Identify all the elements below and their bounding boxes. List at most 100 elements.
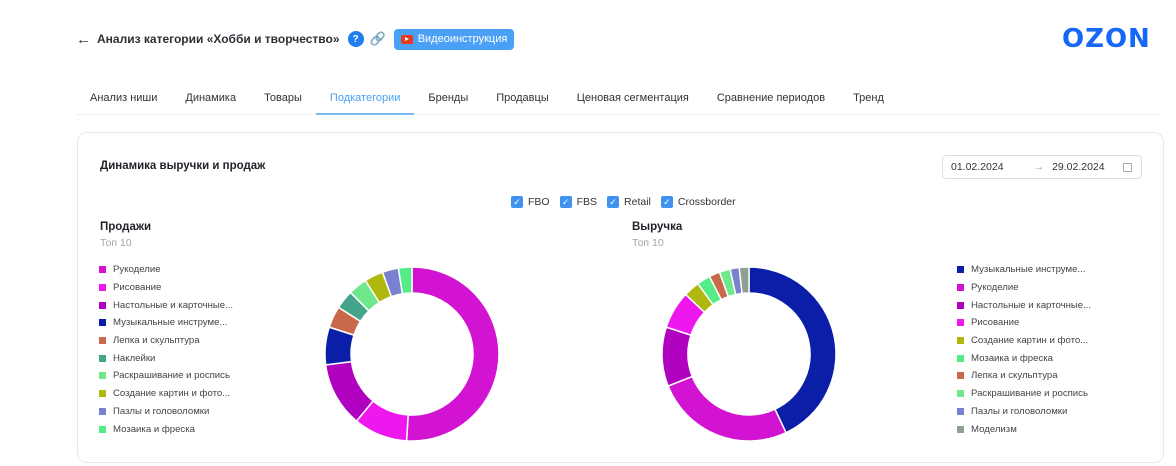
legend-label: Рисование xyxy=(971,317,1020,329)
legend-label: Мозаика и фреска xyxy=(971,352,1053,364)
legend-item[interactable]: Пазлы и головоломки xyxy=(99,403,233,421)
legend-swatch xyxy=(99,319,106,327)
page-title: Анализ категории «Хобби и творчество» xyxy=(97,32,340,46)
filter-label: FBO xyxy=(528,196,550,208)
legend-swatch xyxy=(957,266,964,274)
date-range-picker[interactable]: 01.02.2024 → 29.02.2024 xyxy=(942,155,1142,179)
legend-label: Раскрашивание и роспись xyxy=(971,388,1088,400)
legend-label: Музыкальные инструме... xyxy=(971,264,1086,276)
legend-swatch xyxy=(99,407,106,415)
legend-swatch xyxy=(957,319,964,327)
filter-checkbox-crossborder[interactable]: ✓ Crossborder xyxy=(660,196,736,208)
legend-swatch xyxy=(957,301,964,309)
legend-label: Рукоделие xyxy=(113,264,161,276)
date-from: 01.02.2024 xyxy=(951,161,1004,173)
legend-item[interactable]: Рукоделие xyxy=(99,261,233,279)
tab-4[interactable]: Бренды xyxy=(414,84,482,115)
legend-item[interactable]: Рукоделие xyxy=(957,279,1091,297)
legend-item[interactable]: Мозаика и фреска xyxy=(99,420,233,438)
legend-item[interactable]: Музыкальные инструме... xyxy=(957,261,1091,279)
filter-checkbox-retail[interactable]: ✓ Retail xyxy=(607,196,651,208)
legend-swatch xyxy=(99,266,106,274)
legend-item[interactable]: Раскрашивание и роспись xyxy=(957,385,1091,403)
sales-donut xyxy=(324,266,500,442)
sales-subtitle: Топ 10 xyxy=(100,237,132,249)
legend-label: Рисование xyxy=(113,282,162,294)
legend-label: Моделизм xyxy=(971,423,1017,435)
legend-item[interactable]: Лепка и скульптура xyxy=(99,332,233,350)
legend-item[interactable]: Раскрашивание и роспись xyxy=(99,367,233,385)
legend-label: Создание картин и фото... xyxy=(971,335,1089,347)
youtube-icon xyxy=(400,34,413,44)
filter-label: FBS xyxy=(576,196,598,208)
ozon-logo: OZON xyxy=(1062,24,1151,54)
video-label: Видеоинструкция xyxy=(417,33,508,45)
legend-item[interactable]: Наклейки xyxy=(99,349,233,367)
legend-swatch xyxy=(957,407,964,415)
filter-checkbox-fbs[interactable]: ✓ FBS xyxy=(559,196,598,208)
checkbox-checked-icon: ✓ xyxy=(660,196,673,208)
filter-label: Retail xyxy=(624,196,651,208)
revenue-title: Выручка xyxy=(632,221,683,233)
legend-item[interactable]: Настольные и карточные... xyxy=(957,296,1091,314)
tab-3[interactable]: Подкатегории xyxy=(315,84,415,115)
sales-legend: Рукоделие Рисование Настольные и карточные… xyxy=(99,261,233,438)
legend-item[interactable]: Создание картин и фото... xyxy=(957,332,1091,350)
tab-2[interactable]: Товары xyxy=(250,84,316,115)
legend-swatch xyxy=(957,354,964,362)
legend-item[interactable]: Создание картин и фото... xyxy=(99,385,233,403)
tab-1[interactable]: Динамика xyxy=(171,84,250,115)
filter-label: Crossborder xyxy=(677,196,736,208)
legend-swatch xyxy=(99,425,106,433)
tab-7[interactable]: Сравнение периодов xyxy=(703,84,839,115)
legend-item[interactable]: Пазлы и головоломки xyxy=(957,403,1091,421)
tab-5[interactable]: Продавцы xyxy=(482,84,563,115)
question-icon[interactable]: ? xyxy=(347,31,364,47)
legend-label: Наклейки xyxy=(113,352,156,364)
tab-0[interactable]: Анализ ниши xyxy=(76,84,171,115)
card-title: Динамика выручки и продаж xyxy=(100,160,266,172)
legend-swatch xyxy=(99,337,106,345)
donut-slice[interactable] xyxy=(405,266,500,442)
legend-label: Пазлы и головоломки xyxy=(113,405,210,417)
filter-checkbox-fbo[interactable]: ✓ FBO xyxy=(511,196,550,208)
legend-swatch xyxy=(99,284,106,292)
legend-item[interactable]: Настольные и карточные... xyxy=(99,296,233,314)
legend-swatch xyxy=(957,372,964,380)
tab-6[interactable]: Ценовая сегментация xyxy=(563,84,703,115)
donut-slice[interactable] xyxy=(667,375,788,442)
legend-label: Раскрашивание и роспись xyxy=(113,370,230,382)
arrow-left-icon[interactable]: ← xyxy=(76,31,91,48)
legend-item[interactable]: Моделизм xyxy=(957,420,1091,438)
tab-8[interactable]: Тренд xyxy=(839,84,898,115)
checkbox-checked-icon: ✓ xyxy=(559,196,572,208)
legend-label: Лепка и скульптура xyxy=(113,335,200,347)
legend-item[interactable]: Музыкальные инструме... xyxy=(99,314,233,332)
donut-slice[interactable] xyxy=(748,266,837,434)
revenue-sales-card: Динамика выручки и продаж 01.02.2024 → 2… xyxy=(77,132,1164,463)
legend-label: Создание картин и фото... xyxy=(113,388,231,400)
date-to: 29.02.2024 xyxy=(1052,161,1105,173)
revenue-subtitle: Топ 10 xyxy=(632,237,664,249)
legend-item[interactable]: Рисование xyxy=(957,314,1091,332)
legend-label: Лепка и скульптура xyxy=(971,370,1058,382)
channel-filters: ✓ FBO ✓ FBS ✓ Retail ✓ Crossborder xyxy=(511,196,746,208)
legend-swatch xyxy=(99,354,106,362)
arrow-right-icon: → xyxy=(1033,161,1045,173)
donut-slice[interactable] xyxy=(661,326,694,388)
legend-label: Музыкальные инструме... xyxy=(113,317,228,329)
video-instruction-button[interactable]: Видеоинструкция xyxy=(393,28,515,50)
legend-item[interactable]: Лепка и скульптура xyxy=(957,367,1091,385)
legend-item[interactable]: Мозаика и фреска xyxy=(957,349,1091,367)
legend-item[interactable]: Рисование xyxy=(99,279,233,297)
legend-swatch xyxy=(99,372,106,380)
legend-label: Рукоделие xyxy=(971,282,1019,294)
link-icon[interactable]: 🔗 xyxy=(370,31,386,47)
legend-label: Мозаика и фреска xyxy=(113,423,195,435)
legend-swatch xyxy=(957,390,964,398)
calendar-icon xyxy=(1123,162,1132,172)
legend-label: Настольные и карточные... xyxy=(113,299,234,311)
tabs-bar: Анализ ниши Динамика Товары Подкатегории Бре… xyxy=(76,84,1162,115)
sales-title: Продажи xyxy=(100,221,152,233)
legend-label: Настольные и карточные... xyxy=(971,299,1092,311)
